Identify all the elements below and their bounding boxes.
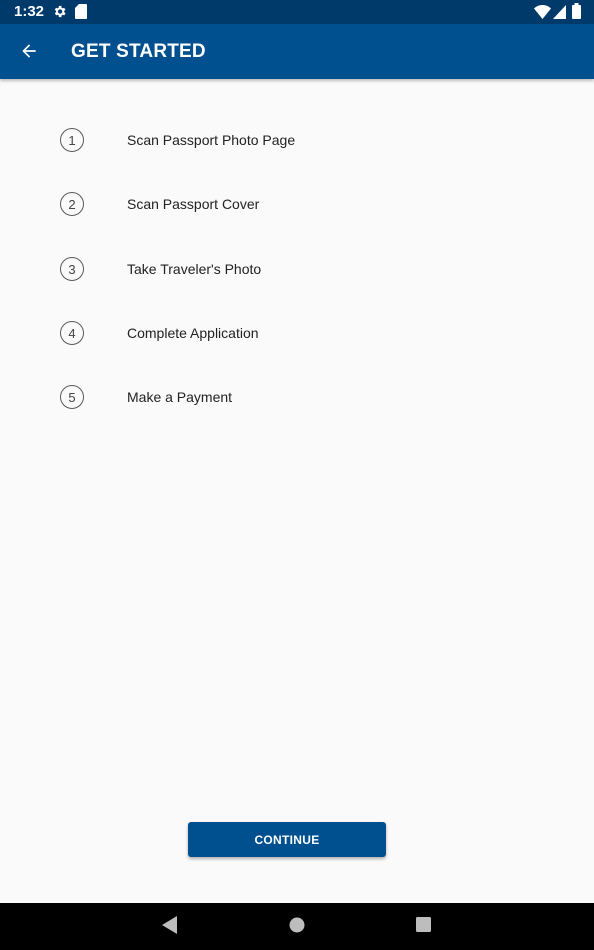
continue-button[interactable]: CONTINUE: [188, 822, 386, 857]
step-label: Make a Payment: [127, 389, 233, 405]
step-number-badge: 3: [60, 257, 84, 281]
battery-icon: [572, 3, 581, 24]
list-item-step-2: 2 Scan Passport Cover: [60, 192, 540, 218]
sd-card-icon: [75, 4, 87, 24]
status-time: 1:32: [14, 3, 45, 20]
wifi-icon: [534, 5, 551, 24]
list-item-step-4: 4 Complete Application: [60, 321, 540, 347]
home-circle-icon: [289, 917, 305, 938]
list-item-step-1: 1 Scan Passport Photo Page: [60, 128, 540, 154]
nav-recents-button[interactable]: [409, 913, 437, 941]
arrow-back-icon: [19, 41, 39, 66]
signal-icon: [553, 5, 566, 24]
list-item-step-3: 3 Take Traveler's Photo: [60, 257, 540, 283]
recents-square-icon: [415, 917, 431, 937]
back-button[interactable]: [10, 32, 48, 70]
step-number-badge: 5: [60, 385, 84, 409]
step-label: Scan Passport Photo Page: [127, 132, 296, 148]
nav-back-button[interactable]: [156, 913, 184, 941]
app-bar: GET STARTED: [0, 24, 594, 79]
step-number-badge: 4: [60, 321, 84, 345]
back-triangle-icon: [162, 915, 178, 939]
step-number-badge: 2: [60, 192, 84, 216]
gear-icon: [52, 4, 67, 24]
step-label: Take Traveler's Photo: [127, 261, 262, 277]
nav-home-button[interactable]: [283, 913, 311, 941]
system-nav-bar: [0, 903, 594, 950]
step-label: Complete Application: [127, 325, 259, 341]
step-label: Scan Passport Cover: [127, 196, 260, 212]
status-bar: 1:32: [0, 0, 594, 24]
list-item-step-5: 5 Make a Payment: [60, 385, 540, 411]
step-number-badge: 1: [60, 128, 84, 152]
page-title: GET STARTED: [71, 41, 206, 62]
